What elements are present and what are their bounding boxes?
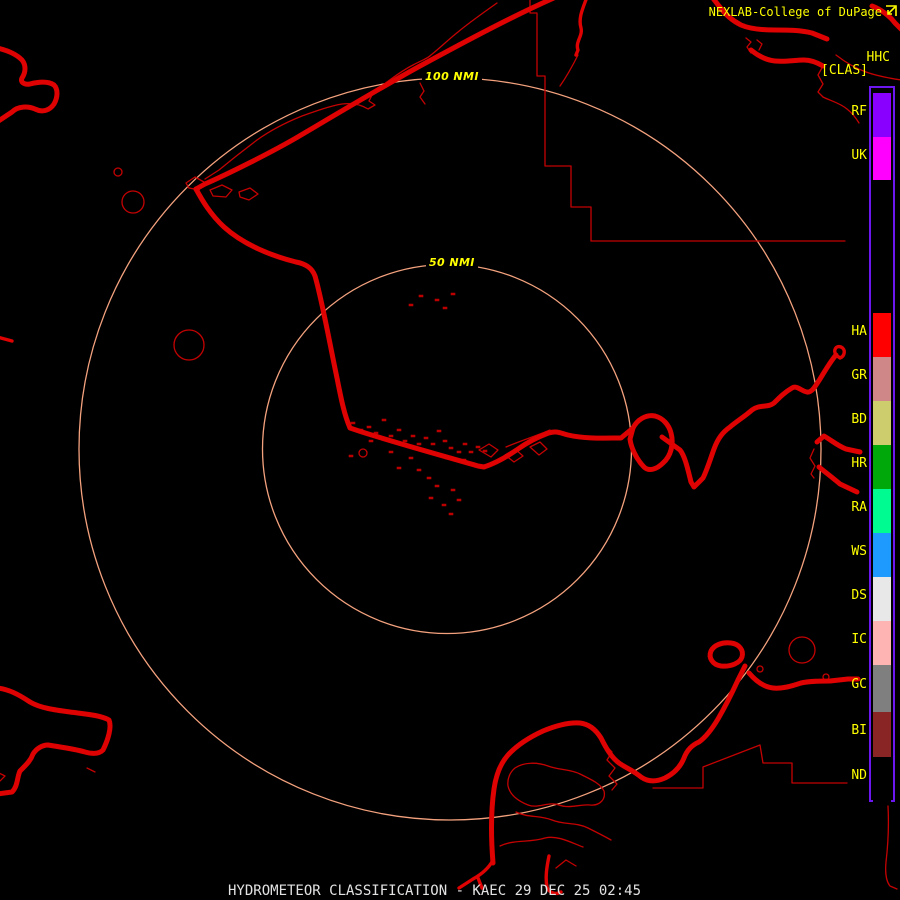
- coast-detail: [420, 83, 425, 104]
- legend-bar: [869, 86, 895, 802]
- legend-seg-hr: [873, 445, 891, 489]
- coastline-east: [662, 355, 836, 487]
- legend-seg-bi: [873, 712, 891, 757]
- legend-seg-bd: [873, 401, 891, 445]
- lake-circle: [114, 168, 122, 176]
- coast-squiggle: [576, 0, 587, 55]
- range-ring-50-label: 50 NMI: [426, 255, 478, 270]
- lake-inner-shore: [516, 812, 611, 840]
- coastline-nw-diagonal: [196, 0, 556, 189]
- legend-seg-ic: [873, 621, 891, 665]
- lake-circle: [789, 637, 815, 663]
- product-classification-tag: [CLAS]: [821, 63, 868, 79]
- coastline-central: [196, 189, 633, 467]
- radar-canvas[interactable]: NEXLAB-College of DuPage HHC [CLAS] 100 …: [0, 0, 900, 900]
- status-bar: HYDROMETEOR CLASSIFICATION - KAEC 29 DEC…: [228, 883, 641, 899]
- map-detail-layer: [0, 0, 900, 889]
- coast-detail-right-edge: [886, 806, 897, 889]
- coastline-right-edge: [817, 436, 860, 452]
- coast-detail: [560, 55, 578, 86]
- island-speckles: [350, 294, 486, 514]
- coastline-bottom-bay: [492, 666, 745, 863]
- coastline-top-right: [751, 50, 823, 66]
- legend-label-bd: BD: [831, 412, 867, 428]
- legend-label-ds: DS: [831, 588, 867, 604]
- island-bottom-left: [0, 688, 110, 794]
- legend-label-bi: BI: [831, 723, 867, 739]
- coast-detail: [810, 449, 815, 478]
- legend-label-ra: RA: [831, 500, 867, 516]
- lake-loop-bottom: [710, 643, 742, 666]
- legend-label-nd: ND: [831, 768, 867, 784]
- brand-title: NEXLAB-College of DuPage: [709, 4, 882, 20]
- legend-seg-ra: [873, 489, 891, 533]
- legend-label-ha: HA: [831, 324, 867, 340]
- coast-detail: [0, 768, 95, 782]
- legend-seg-rf: [873, 93, 891, 137]
- legend-label-hr: HR: [831, 456, 867, 472]
- lake-inner-shore: [500, 837, 583, 868]
- coastline-layer: [0, 0, 900, 893]
- legend-seg-ws: [873, 533, 891, 577]
- legend-label-uk: UK: [831, 148, 867, 164]
- lake-circle: [359, 449, 367, 457]
- legend-label-ws: WS: [831, 544, 867, 560]
- legend-label-gr: GR: [831, 368, 867, 384]
- cod-logo-icon: [884, 4, 898, 18]
- legend-seg-nd: [873, 757, 891, 802]
- legend-label-ic: IC: [831, 632, 867, 648]
- lake-inner-shore: [508, 763, 605, 806]
- legend-seg-ds: [873, 577, 891, 621]
- coast-tip-hook: [835, 347, 844, 358]
- legend-label-rf: RF: [831, 104, 867, 120]
- lake-circle: [757, 666, 763, 672]
- legend-seg-ha: [873, 313, 891, 357]
- lake-circle: [122, 191, 144, 213]
- range-ring-100-label: 100 NMI: [422, 69, 482, 84]
- legend-seg-gr: [873, 357, 891, 401]
- product-code: HHC: [867, 50, 890, 66]
- county-boundary-stairs-top: [530, 0, 845, 241]
- legend-seg-uk: [873, 137, 891, 180]
- radar-map: [0, 0, 900, 900]
- island-left-edge: [0, 48, 57, 122]
- coast-dash-left: [0, 337, 12, 341]
- lake-circle: [174, 330, 204, 360]
- legend-seg-gc: [873, 665, 891, 712]
- legend-label-gc: GC: [831, 677, 867, 693]
- range-ring-50: [263, 265, 632, 634]
